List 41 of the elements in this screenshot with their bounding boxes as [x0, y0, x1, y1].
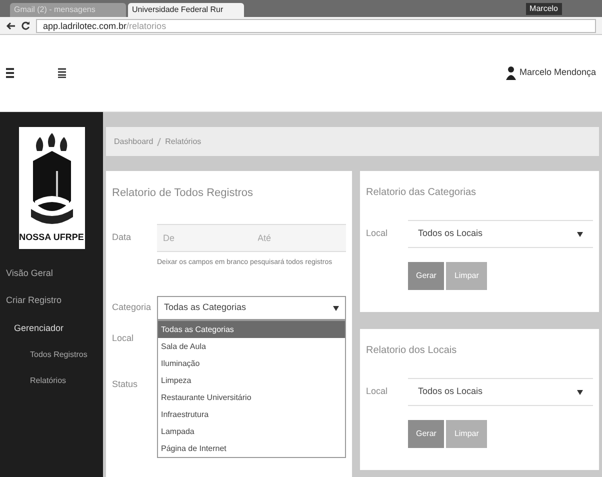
dropdown-option[interactable]: Iluminação	[158, 355, 345, 372]
caret-icon	[577, 390, 583, 394]
field-label: Categoria	[112, 301, 152, 314]
user-menu[interactable]: Marcelo Mendonça	[519, 66, 596, 80]
separator-icon	[157, 138, 162, 146]
dropdown-option[interactable]: Limpeza	[158, 372, 345, 389]
field-label: Local	[112, 332, 135, 345]
dropdown-option[interactable]: Lampada	[158, 423, 345, 440]
local-select[interactable]: Todos os Locais	[408, 220, 593, 248]
card-title: Relatorio dos Locais	[366, 344, 458, 358]
local-select[interactable]: Todos os Locais	[408, 378, 593, 406]
sidebar-item[interactable]: Gerenciador	[0, 322, 103, 335]
field-label: Local	[366, 227, 389, 240]
reload-icon[interactable]	[21, 21, 30, 30]
url-field[interactable]: app.ladrilotec.com.br/relatorios	[36, 18, 596, 32]
caret-icon	[577, 232, 583, 236]
dropdown-option[interactable]: Restaurante Universitário	[158, 389, 345, 406]
list-icon[interactable]	[58, 68, 66, 78]
field-label: Data	[112, 230, 132, 244]
caret-icon	[333, 306, 339, 310]
card-title: Relatorio das Categorias	[366, 186, 478, 200]
dropdown-option[interactable]: Página de Internet	[158, 440, 345, 457]
browser-tab[interactable]: Universidade Federal Rur	[128, 3, 244, 17]
card-title: Relatorio de Todos Registros	[112, 186, 254, 201]
date-to-field[interactable]: Até	[252, 224, 346, 250]
back-icon[interactable]	[6, 22, 15, 30]
date-from-field[interactable]: De	[157, 224, 252, 250]
menu-icon[interactable]	[6, 68, 14, 78]
dropdown-option[interactable]: Sala de Aula	[158, 338, 345, 355]
sidebar-item[interactable]: Criar Registro	[0, 294, 103, 308]
user-icon	[506, 66, 516, 80]
dropdown-option[interactable]: Todas as Categorias	[158, 321, 345, 338]
dropdown-option[interactable]: Infraestrutura	[158, 406, 345, 423]
sidebar-item[interactable]: Todos Registros	[0, 349, 103, 361]
profile-label[interactable]: Marcelo	[526, 3, 562, 15]
field-label: Status	[112, 378, 139, 390]
field-label: Local	[366, 385, 389, 398]
logo-text: NOSSA UFRPE	[19, 231, 84, 244]
category-select[interactable]: Todas as Categorias	[157, 296, 346, 320]
sidebar-item[interactable]: Visão Geral	[0, 266, 103, 280]
sidebar-item[interactable]: Relatórios	[0, 375, 103, 387]
